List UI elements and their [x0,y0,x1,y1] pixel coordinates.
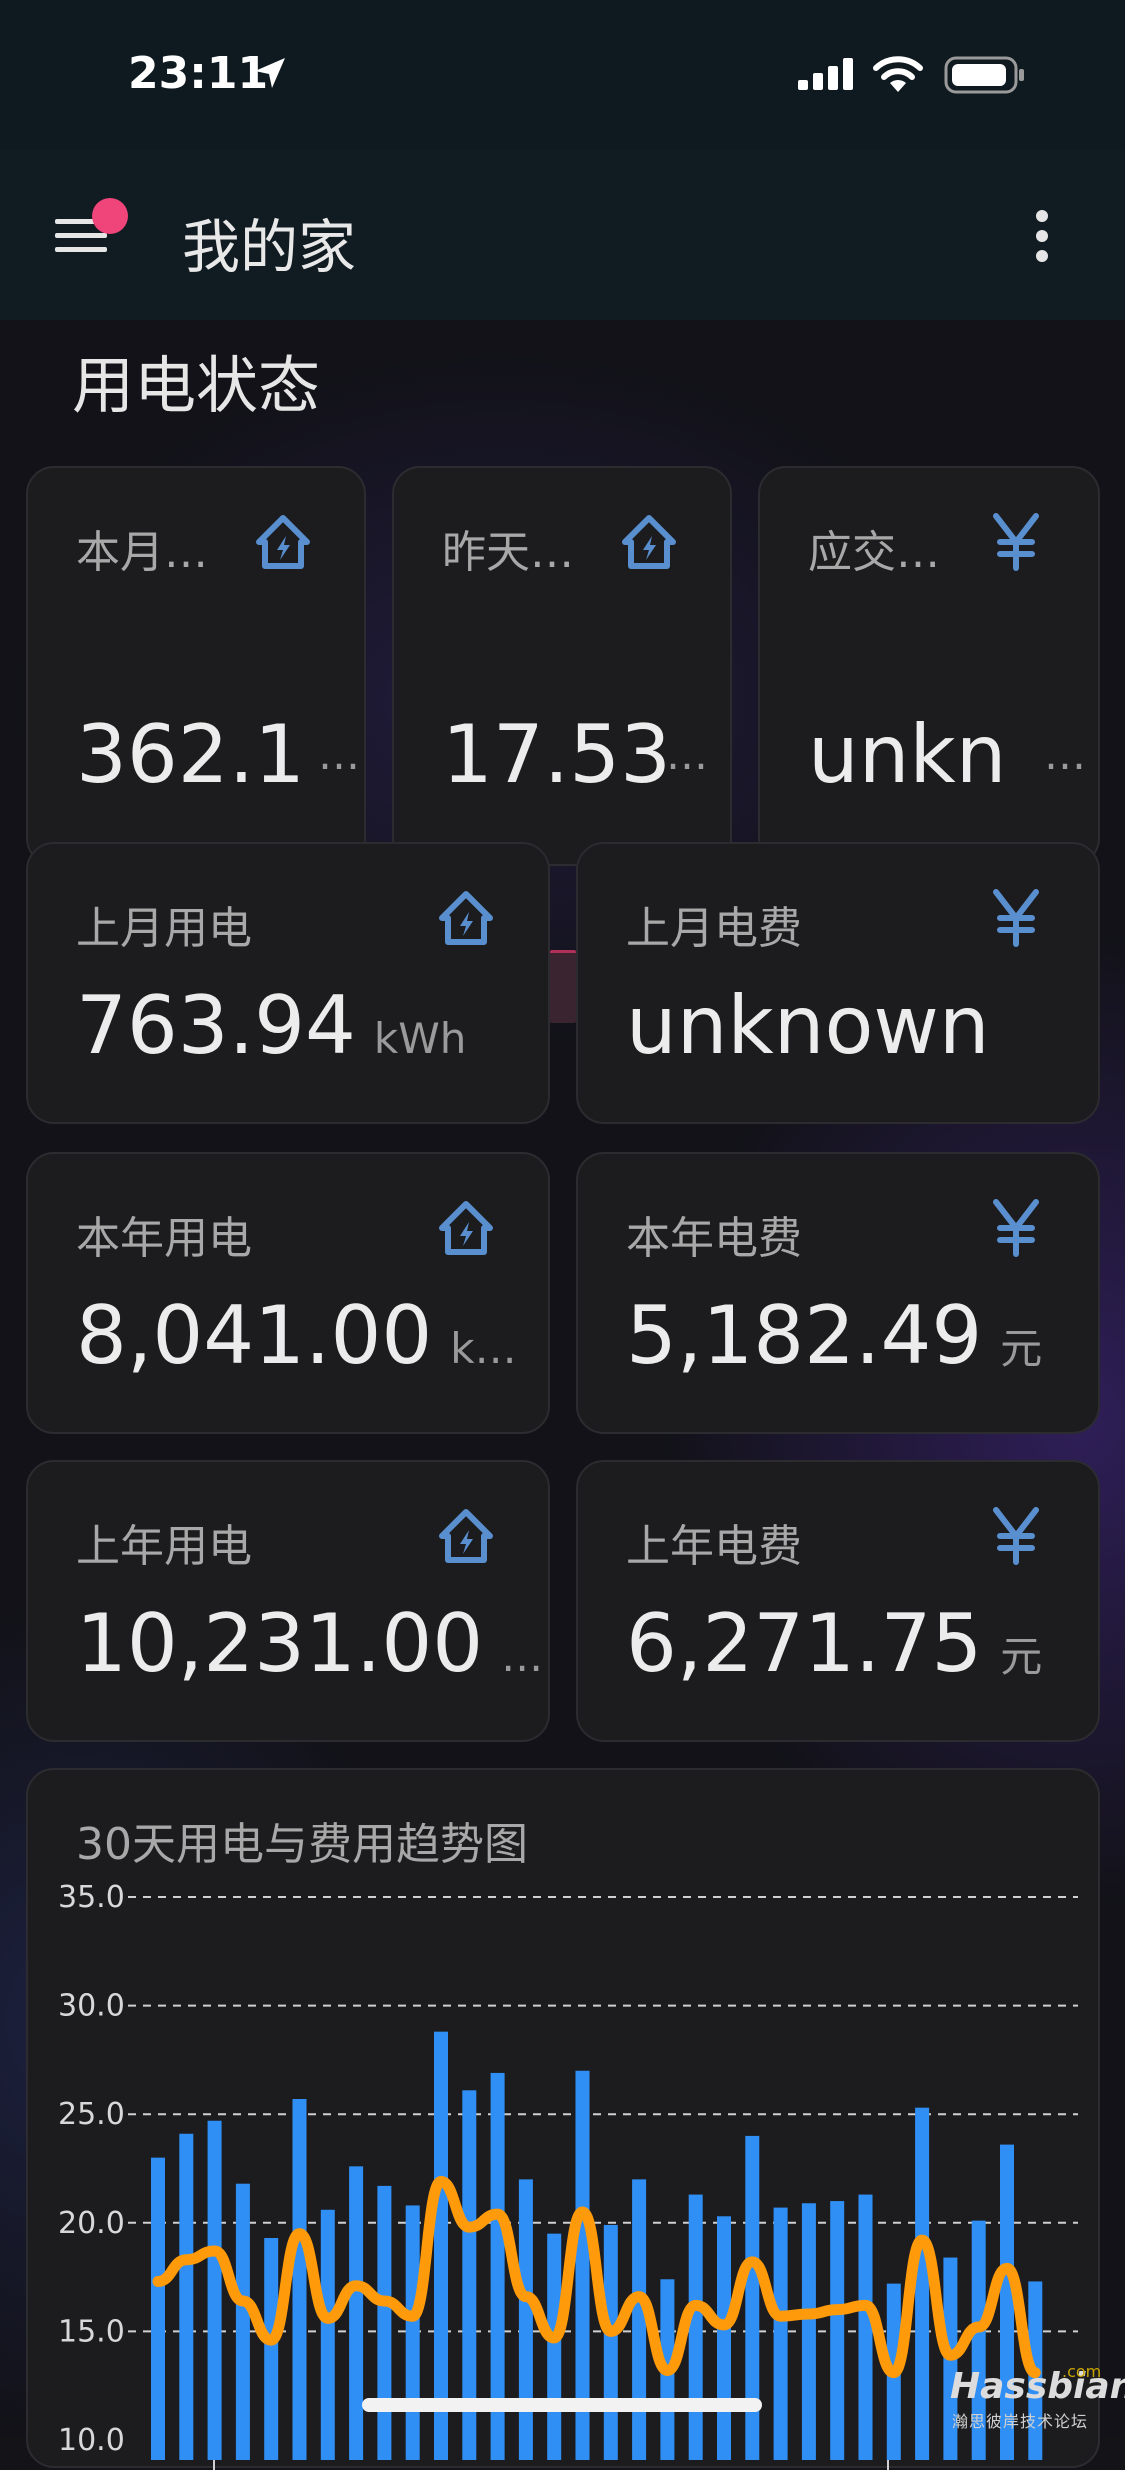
chart-bar[interactable] [518,2179,533,2460]
card-last-year-fee[interactable]: 上年电费 6,271.75 元 [576,1460,1100,1742]
card-label: 本年电费 [626,1213,802,1264]
chart-bar[interactable] [858,2194,873,2460]
card-value: 362.1 [76,708,306,801]
card-this-year-power[interactable]: 本年用电 8,041.00 k… [26,1152,550,1434]
chart-bar[interactable] [717,2216,731,2460]
chart-line[interactable] [152,2176,1041,2379]
value-number: 6,271.75 [626,1597,983,1690]
yen-icon [993,513,1039,571]
card-value: unknown [626,979,990,1072]
home-lightning-icon [439,1201,493,1255]
card-value: 17.53 [442,708,672,801]
ellipsis: … [1044,730,1086,779]
status-time: 23:11 [128,48,269,99]
chart-bar[interactable] [434,2031,448,2460]
value-unit: 元 [1000,1632,1043,1681]
card-value: 8,041.00 k… [76,1289,517,1382]
card-yesterday-power[interactable]: 昨天… 17.53 … [392,466,732,866]
hidden-toggle-fragment [550,950,576,1023]
card-label: 上月用电 [76,903,252,954]
card-label: 上年电费 [626,1521,802,1572]
value-number: 10,231.00 [76,1597,484,1690]
card-last-month-fee[interactable]: 上月电费 unknown [576,842,1100,1124]
value-number: 8,041.00 [76,1289,433,1382]
card-label: 上月电费 [626,903,802,954]
chart-bar[interactable] [688,2194,703,2460]
chart-bar[interactable] [830,2201,845,2460]
y-tick-label: 20.0 [58,2206,125,2241]
card-value: 10,231.00 … [76,1597,543,1690]
cellular-signal-icon [798,58,853,90]
ellipsis: … [318,730,360,779]
trend-chart-card: 30天用电与费用趋势图 35.0 30.0 25.0 20.0 15.0 10.0 [26,1768,1100,2470]
chart-bar[interactable] [235,2183,250,2460]
y-tick-label: 30.0 [58,1989,125,2024]
ellipsis: … [666,730,708,779]
app-title: 我的家 [182,213,357,281]
card-label: 昨天… [442,527,574,578]
card-label: 本年用电 [76,1213,252,1264]
wifi-icon [873,56,923,92]
value-unit: … [501,1632,544,1681]
chart-bar[interactable] [179,2133,194,2460]
value-number: 763.94 [76,979,356,1072]
more-options-icon[interactable] [1030,208,1054,264]
home-lightning-icon [439,891,493,945]
section-title: 用电状态 [72,349,321,422]
home-lightning-icon [256,515,310,569]
value-number: 5,182.49 [626,1289,983,1382]
chart-bar[interactable] [773,2207,788,2460]
location-arrow-icon [255,58,285,88]
y-tick-label: 25.0 [58,2097,125,2132]
chart-bar[interactable] [405,2205,420,2460]
home-indicator[interactable] [362,2398,762,2412]
card-label: 本月… [76,527,208,578]
card-value: unkn [808,708,1007,801]
card-this-month-power[interactable]: 本月… 362.1 … [26,466,366,866]
yen-icon [993,1199,1039,1257]
chart-bar[interactable] [292,2098,307,2460]
home-lightning-icon [622,515,676,569]
yen-icon [993,1507,1039,1565]
card-last-month-power[interactable]: 上月用电 763.94 kWh [26,842,550,1124]
chart-bar[interactable] [264,2238,279,2460]
chart-bar[interactable] [207,2120,222,2460]
chart-bar[interactable] [632,2179,647,2460]
value-unit: kWh [373,1014,467,1063]
home-lightning-icon [439,1509,493,1563]
chart-bar[interactable] [349,2166,364,2460]
watermark-suffix: .com [1062,2362,1102,2381]
card-label: 上年用电 [76,1521,252,1572]
chart-bar[interactable] [547,2233,562,2460]
chart-bar[interactable] [801,2203,816,2460]
chart-bar[interactable] [320,2209,335,2460]
chart-bar[interactable] [915,2107,930,2460]
yen-icon [993,889,1039,947]
chart-bar[interactable] [377,2185,392,2460]
y-tick-label: 15.0 [58,2314,125,2349]
card-last-year-power[interactable]: 上年用电 10,231.00 … [26,1460,550,1742]
watermark-subtitle: 瀚思彼岸技术论坛 [952,2412,1089,2431]
y-tick-label: 35.0 [58,1880,125,1915]
card-value: 6,271.75 元 [626,1597,1042,1690]
card-amount-due[interactable]: 应交… unkn … [758,466,1100,866]
card-value: 763.94 kWh [76,979,466,1072]
card-this-year-fee[interactable]: 本年电费 5,182.49 元 [576,1152,1100,1434]
card-value: 5,182.49 元 [626,1289,1042,1382]
notification-badge [92,198,128,234]
chart-bar[interactable] [603,2224,618,2460]
y-tick-label: 10.0 [58,2423,125,2458]
value-unit: 元 [1000,1324,1043,1373]
trend-chart: 35.0 30.0 25.0 20.0 15.0 10.0 [58,1880,1078,2470]
app-bar [0,150,1125,320]
battery-icon [944,56,1024,94]
value-unit: k… [450,1324,517,1373]
chart-bar[interactable] [151,2157,165,2460]
card-label: 应交… [808,527,940,578]
